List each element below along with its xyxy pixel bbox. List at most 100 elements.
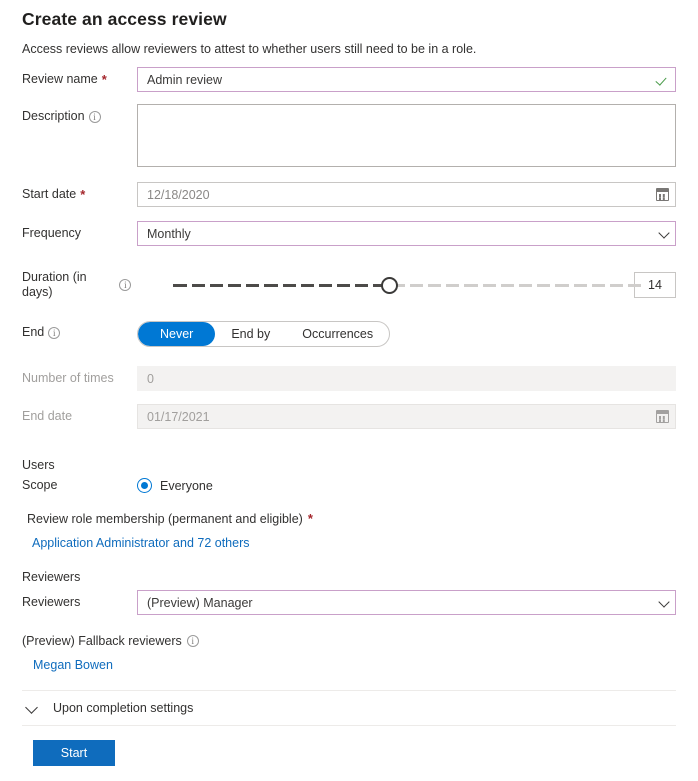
chevron-down-icon[interactable] xyxy=(660,229,669,238)
fallback-reviewers-block: (Preview) Fallback reviewers Megan Bowen xyxy=(22,634,676,674)
end-date-value: 01/17/2021 xyxy=(147,405,210,430)
info-icon[interactable] xyxy=(187,635,199,647)
info-icon[interactable] xyxy=(89,111,101,123)
duration-label: Duration (in days) xyxy=(22,270,131,300)
end-date-input-wrap: 01/17/2021 xyxy=(137,404,676,429)
slider-segment xyxy=(610,284,623,287)
scope-radio-everyone[interactable]: Everyone xyxy=(137,478,676,493)
frequency-field: Monthly xyxy=(137,221,676,246)
slider-segment xyxy=(537,284,550,287)
chevron-down-icon[interactable] xyxy=(26,703,37,714)
frequency-label: Frequency xyxy=(22,221,137,241)
role-membership-link-wrap: Application Administrator and 72 others xyxy=(27,534,676,552)
check-icon xyxy=(657,74,669,86)
chevron-down-icon[interactable] xyxy=(660,598,669,607)
duration-label-text: Duration (in days) xyxy=(22,270,115,300)
role-membership-label-text: Review role membership (permanent and el… xyxy=(27,512,303,526)
end-option-never[interactable]: Never xyxy=(138,322,215,346)
review-name-label-text: Review name xyxy=(22,72,98,87)
end-option-end-by[interactable]: End by xyxy=(215,322,286,346)
end-field: Never End by Occurrences xyxy=(137,321,676,347)
slider-segment xyxy=(592,284,605,287)
start-date-input[interactable]: 12/18/2020 xyxy=(137,182,676,207)
calendar-icon[interactable] xyxy=(656,188,669,201)
upon-completion-settings-label: Upon completion settings xyxy=(53,701,193,715)
slider-segment xyxy=(301,284,314,287)
end-option-occurrences[interactable]: Occurrences xyxy=(286,322,389,346)
start-date-label-text: Start date xyxy=(22,187,76,202)
end-label-text: End xyxy=(22,325,44,340)
review-name-field: Admin review xyxy=(137,67,676,92)
end-date-field: 01/17/2021 xyxy=(137,404,676,429)
start-date-trailing[interactable] xyxy=(656,182,669,207)
scope-label: Scope xyxy=(22,478,137,493)
end-date-trailing xyxy=(656,404,669,429)
slider-segment xyxy=(501,284,514,287)
scope-row: Scope Everyone xyxy=(22,478,676,493)
description-row: Description xyxy=(22,104,676,167)
reviewers-select[interactable]: (Preview) Manager xyxy=(137,590,676,615)
role-membership-link[interactable]: Application Administrator and 72 others xyxy=(32,536,250,550)
required-asterisk: * xyxy=(80,190,85,200)
number-of-times-label: Number of times xyxy=(22,366,137,386)
reviewers-section: Reviewers Reviewers (Preview) Manager xyxy=(22,570,676,615)
fallback-reviewer-link[interactable]: Megan Bowen xyxy=(33,658,113,672)
footer-actions: Start xyxy=(22,740,676,766)
slider-segment xyxy=(173,284,186,287)
end-date-label-text: End date xyxy=(22,409,72,424)
slider-segment xyxy=(283,284,296,287)
review-name-label: Review name * xyxy=(22,67,137,87)
number-of-times-field: 0 xyxy=(137,366,676,391)
frequency-trailing[interactable] xyxy=(660,221,669,246)
calendar-icon xyxy=(656,410,669,423)
slider-segment xyxy=(446,284,459,287)
scope-field: Everyone xyxy=(137,478,676,493)
create-access-review-page: Create an access review Access reviews a… xyxy=(0,0,698,781)
end-date-input: 01/17/2021 xyxy=(137,404,676,429)
start-date-row: Start date * 12/18/2020 xyxy=(22,182,676,207)
slider-segment xyxy=(574,284,587,287)
scope-radio-label: Everyone xyxy=(160,479,213,493)
reviewers-row: Reviewers (Preview) Manager xyxy=(22,590,676,615)
upon-completion-accordion: Upon completion settings xyxy=(22,690,676,726)
slider-track[interactable] xyxy=(173,284,641,287)
number-of-times-row: Number of times 0 xyxy=(22,366,676,391)
slider-segment xyxy=(228,284,241,287)
required-asterisk: * xyxy=(308,514,313,524)
slider-segment xyxy=(464,284,477,287)
duration-row: Duration (in days) 14 xyxy=(22,270,676,300)
frequency-label-text: Frequency xyxy=(22,226,81,241)
slider-segment xyxy=(210,284,223,287)
slider-segment xyxy=(555,284,568,287)
info-icon[interactable] xyxy=(119,279,131,291)
frequency-select-wrap: Monthly xyxy=(137,221,676,246)
description-textarea[interactable] xyxy=(137,104,676,167)
slider-segment xyxy=(246,284,259,287)
start-date-label: Start date * xyxy=(22,182,137,202)
slider-segment xyxy=(483,284,496,287)
slider-segment xyxy=(337,284,350,287)
required-asterisk: * xyxy=(102,75,107,85)
info-icon[interactable] xyxy=(48,327,60,339)
slider-segment xyxy=(264,284,277,287)
reviewers-section-title: Reviewers xyxy=(22,570,676,584)
reviewers-trailing[interactable] xyxy=(660,590,669,615)
description-field xyxy=(137,104,676,167)
review-name-input[interactable]: Admin review xyxy=(137,67,676,92)
radio-icon[interactable] xyxy=(137,478,152,493)
start-button[interactable]: Start xyxy=(33,740,115,766)
start-date-value: 12/18/2020 xyxy=(147,183,210,208)
upon-completion-settings-header[interactable]: Upon completion settings xyxy=(22,691,676,725)
number-of-times-input: 0 xyxy=(137,366,676,391)
slider-thumb[interactable] xyxy=(381,277,398,294)
description-label: Description xyxy=(22,104,137,124)
number-of-times-value: 0 xyxy=(147,367,154,392)
users-section: Users Scope Everyone xyxy=(22,458,676,493)
slider-segment xyxy=(192,284,205,287)
duration-slider[interactable] xyxy=(173,273,620,297)
fallback-reviewer-link-wrap: Megan Bowen xyxy=(22,656,676,674)
slider-segment xyxy=(319,284,332,287)
fallback-reviewers-label-text: (Preview) Fallback reviewers xyxy=(22,634,182,648)
end-date-row: End date 01/17/2021 xyxy=(22,404,676,429)
frequency-select[interactable]: Monthly xyxy=(137,221,676,246)
